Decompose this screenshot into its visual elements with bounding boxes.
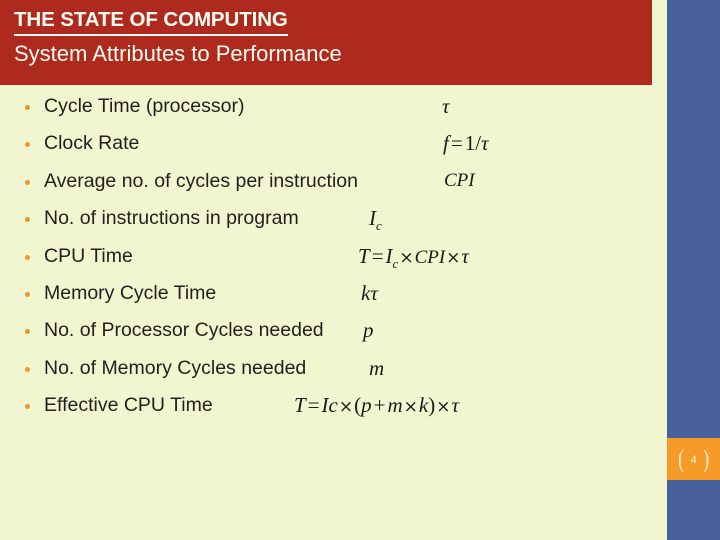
bullet-icon: [25, 366, 30, 372]
list-item: CPU Time T=Ic×CPI×τ: [0, 243, 667, 280]
list-item-label: Effective CPU Time: [44, 394, 213, 417]
bullet-icon: [25, 291, 30, 297]
bullet-icon: [25, 404, 30, 410]
list-item-label: CPU Time: [44, 244, 133, 267]
list-item-formula: Ic: [369, 206, 382, 234]
list-item-formula: m: [369, 355, 385, 380]
bullet-icon: [25, 329, 30, 335]
list-item: No. of Processor Cycles needed p: [0, 317, 667, 354]
list-item: Clock Rate f=1/τ: [0, 130, 667, 167]
list-item: Cycle Time (processor) τ: [0, 93, 667, 130]
list-item-label: Clock Rate: [44, 132, 140, 155]
list-item-formula: p: [363, 318, 374, 343]
list-item-label: No. of Processor Cycles needed: [44, 319, 324, 342]
slide: ( 4 ) THE STATE OF COMPUTING System Attr…: [0, 0, 720, 540]
slide-header: THE STATE OF COMPUTING System Attributes…: [0, 0, 652, 85]
bullet-icon: [25, 217, 30, 223]
page-title: THE STATE OF COMPUTING: [14, 7, 288, 36]
bullet-icon: [25, 254, 30, 260]
list-item-formula: kτ: [361, 280, 378, 305]
page-number: 4: [690, 452, 697, 466]
bullet-icon: [25, 179, 30, 185]
bracket-right-icon: ): [702, 445, 709, 473]
page-subtitle: System Attributes to Performance: [14, 40, 342, 66]
list-item-formula: τ: [442, 94, 450, 118]
list-item: Average no. of cycles per instruction CP…: [0, 168, 667, 205]
list-item-formula: f=1/τ: [443, 131, 489, 156]
list-item: No. of instructions in program Ic: [0, 205, 667, 242]
list-item-label: No. of instructions in program: [44, 207, 299, 230]
bullet-icon: [25, 105, 30, 110]
list-item: Effective CPU Time T=Ic×(p+m×k)×τ: [0, 392, 667, 429]
list-item-label: Memory Cycle Time: [44, 281, 217, 304]
list-item-label: No. of Memory Cycles needed: [44, 356, 307, 379]
list-item-label: Average no. of cycles per instruction: [44, 169, 358, 192]
attribute-list: Cycle Time (processor) τ Clock Rate f=1/…: [0, 93, 667, 540]
list-item-formula: T=Ic×(p+m×k)×τ: [294, 393, 459, 418]
list-item-label: Cycle Time (processor): [44, 95, 245, 117]
list-item: No. of Memory Cycles needed m: [0, 355, 667, 392]
list-item-formula: T=Ic×CPI×τ: [358, 243, 469, 271]
bracket-left-icon: (: [678, 445, 685, 473]
list-item: Memory Cycle Time kτ: [0, 280, 667, 317]
page-number-badge: ( 4 ): [667, 438, 720, 480]
list-item-formula: CPI: [444, 169, 475, 191]
bullet-icon: [25, 142, 30, 148]
